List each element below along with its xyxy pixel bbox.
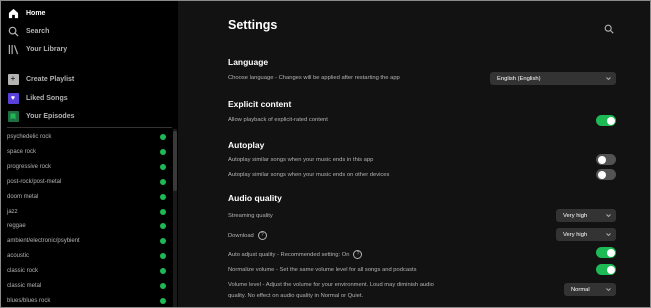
- playing-indicator-icon: [160, 164, 166, 171]
- download-quality-label: Download: [228, 232, 254, 239]
- explicit-toggle[interactable]: [596, 115, 616, 126]
- liked-songs-label: Liked Songs: [26, 94, 68, 102]
- volume-level-select[interactable]: Normal: [564, 283, 616, 296]
- autoplay-this-app-label: Autoplay similar songs when your music e…: [228, 157, 374, 163]
- language-label: Choose language - Changes will be applie…: [228, 75, 400, 81]
- autoplay-other-devices-label: Autoplay similar songs when your music e…: [228, 172, 390, 178]
- playlist-item[interactable]: doom metal: [1, 189, 172, 204]
- auto-adjust-toggle[interactable]: [596, 247, 616, 258]
- section-heading-explicit: Explicit content: [228, 99, 292, 109]
- chevron-down-icon: [606, 288, 611, 292]
- playing-indicator-icon: [160, 149, 166, 156]
- nav-library[interactable]: Your Library: [7, 42, 67, 56]
- playlist-item[interactable]: progressive rock: [1, 160, 172, 175]
- playlist-item[interactable]: blues/blues rock: [1, 293, 172, 307]
- bookmark-icon: [7, 110, 19, 122]
- playlist-list: psychedelic rock space rock progressive …: [1, 130, 172, 307]
- toggle-knob: [606, 116, 615, 125]
- your-episodes-link[interactable]: Your Episodes: [7, 109, 75, 123]
- auto-adjust-row: Auto adjust quality - Recommended settin…: [228, 250, 363, 259]
- streaming-quality-label: Streaming quality: [228, 213, 273, 219]
- playing-indicator-icon: [160, 253, 166, 260]
- playing-indicator-icon: [160, 134, 166, 141]
- playlist-item[interactable]: space rock: [1, 145, 172, 160]
- settings-panel: Settings Language Choose language - Chan…: [178, 1, 650, 307]
- normalize-volume-toggle[interactable]: [596, 264, 616, 275]
- playlist-item[interactable]: jazz: [1, 204, 172, 219]
- toggle-knob: [606, 265, 615, 274]
- autoplay-this-app-toggle[interactable]: [596, 154, 616, 165]
- explicit-label: Allow playback of explicit-rated content: [228, 117, 328, 123]
- app-window: Home Search Your Library + Create Playli…: [0, 0, 651, 308]
- playing-indicator-icon: [160, 282, 166, 289]
- auto-adjust-label: Auto adjust quality - Recommended settin…: [228, 251, 350, 258]
- volume-level-label-line1: Volume level - Adjust the volume for you…: [228, 282, 434, 288]
- toggle-knob: [597, 155, 606, 164]
- streaming-quality-select[interactable]: Very high: [556, 209, 616, 222]
- chevron-down-icon: [606, 77, 611, 81]
- playing-indicator-icon: [160, 208, 166, 215]
- your-episodes-label: Your Episodes: [26, 112, 75, 120]
- playing-indicator-icon: [160, 178, 166, 185]
- playlist-item[interactable]: psychedelic rock: [1, 130, 172, 145]
- playlist-item[interactable]: ambient/electronic/psybient: [1, 234, 172, 249]
- chevron-down-icon: [606, 214, 611, 218]
- playing-indicator-icon: [160, 238, 166, 245]
- nav-home[interactable]: Home: [7, 6, 45, 20]
- toggle-knob: [606, 248, 615, 257]
- library-icon: [7, 43, 19, 55]
- playlist-item[interactable]: classic rock: [1, 264, 172, 279]
- plus-icon: +: [7, 73, 19, 85]
- page-title: Settings: [228, 18, 278, 32]
- nav-home-label: Home: [26, 9, 46, 17]
- playlist-item[interactable]: acoustic: [1, 249, 172, 264]
- sidebar-scrollbar-thumb[interactable]: [173, 131, 177, 191]
- download-quality-select[interactable]: Very high: [556, 228, 616, 241]
- playing-indicator-icon: [160, 193, 166, 200]
- sidebar: Home Search Your Library + Create Playli…: [1, 1, 178, 307]
- streaming-quality-value: Very high: [563, 212, 588, 219]
- heart-icon: ♥: [7, 92, 19, 104]
- section-heading-audio-quality: Audio quality: [228, 193, 282, 203]
- search-icon: [7, 25, 19, 37]
- info-icon[interactable]: ?: [353, 250, 363, 259]
- main-scrollbar[interactable]: [644, 1, 650, 307]
- playlist-item[interactable]: classic metal: [1, 278, 172, 293]
- nav-library-label: Your Library: [26, 45, 68, 53]
- info-icon[interactable]: ?: [257, 231, 267, 240]
- create-playlist-button[interactable]: + Create Playlist: [7, 72, 74, 86]
- playing-indicator-icon: [160, 223, 166, 230]
- settings-search-button[interactable]: [604, 21, 614, 34]
- playing-indicator-icon: [160, 268, 166, 275]
- search-icon: [604, 24, 614, 34]
- home-icon: [7, 7, 19, 19]
- volume-level-label-line2: quality. No effect on audio quality in N…: [228, 293, 364, 299]
- language-select-value: English (English): [497, 75, 541, 82]
- download-quality-value: Very high: [563, 231, 588, 238]
- language-select[interactable]: English (English): [490, 72, 616, 85]
- autoplay-other-devices-toggle[interactable]: [596, 169, 616, 180]
- section-heading-language: Language: [228, 57, 269, 67]
- toggle-knob: [597, 170, 606, 179]
- section-heading-autoplay: Autoplay: [228, 140, 265, 150]
- download-quality-row: Download ?: [228, 231, 267, 240]
- nav-search-label: Search: [26, 27, 50, 35]
- liked-songs-link[interactable]: ♥ Liked Songs: [7, 91, 68, 105]
- sidebar-divider: [7, 127, 172, 128]
- create-playlist-label: Create Playlist: [26, 75, 75, 83]
- normalize-volume-label: Normalize volume - Set the same volume l…: [228, 267, 417, 273]
- playlist-item[interactable]: reggae: [1, 219, 172, 234]
- chevron-down-icon: [606, 233, 611, 237]
- playing-indicator-icon: [160, 297, 166, 304]
- nav-search[interactable]: Search: [7, 24, 49, 38]
- playlist-item[interactable]: post-rock/post-metal: [1, 175, 172, 190]
- sidebar-scrollbar[interactable]: [173, 129, 177, 307]
- volume-level-value: Normal: [571, 286, 590, 293]
